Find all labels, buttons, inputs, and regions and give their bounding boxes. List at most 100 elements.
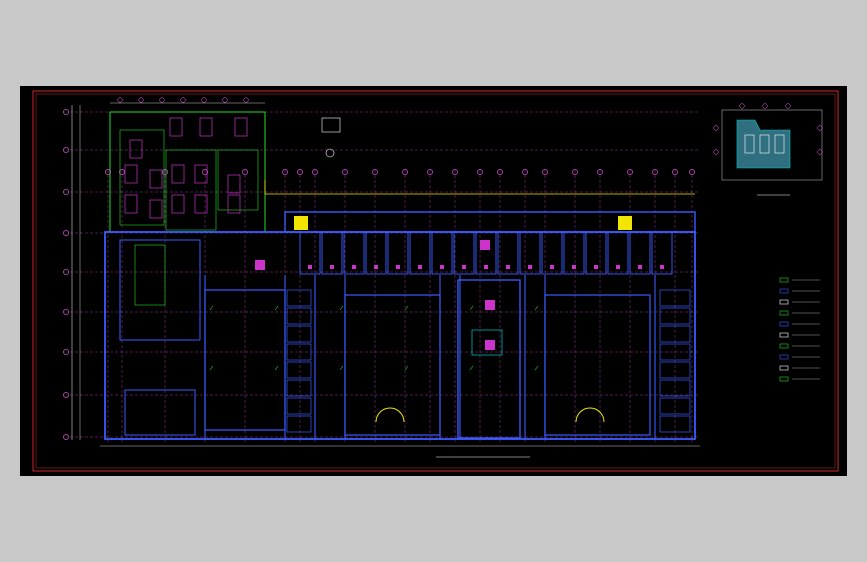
fixture-symbol xyxy=(506,265,510,269)
sheet-border xyxy=(32,90,839,472)
green-tick xyxy=(339,365,344,371)
legend-swatch xyxy=(779,288,789,294)
green-tick xyxy=(469,365,474,371)
legend-swatch xyxy=(779,354,789,360)
axis-bubble-icon xyxy=(63,189,69,195)
detail-symbol xyxy=(321,117,341,133)
small-room xyxy=(286,289,312,307)
fixture-symbol xyxy=(485,340,495,350)
annex-room xyxy=(217,149,259,211)
legend xyxy=(779,277,820,382)
green-tick xyxy=(274,305,279,311)
green-tick xyxy=(404,305,409,311)
axis-bubble-icon xyxy=(713,149,719,155)
entrance-arc xyxy=(375,407,405,423)
left-room xyxy=(119,239,201,341)
fixture-symbol xyxy=(255,260,265,270)
axis-bubble-icon xyxy=(63,349,69,355)
fixture-symbol xyxy=(485,300,495,310)
small-room xyxy=(286,325,312,343)
left-room-detail xyxy=(134,244,166,306)
green-tick xyxy=(209,305,214,311)
marker-box xyxy=(618,216,632,230)
equipment-box xyxy=(124,164,138,184)
detail-callout xyxy=(325,148,335,158)
small-room xyxy=(286,397,312,415)
fixture-symbol xyxy=(660,265,664,269)
green-tick xyxy=(274,365,279,371)
axis-bubble-icon xyxy=(180,97,186,103)
axis-bubble-icon xyxy=(159,97,165,103)
fixture-symbol xyxy=(594,265,598,269)
axis-bubble-icon xyxy=(63,230,69,236)
small-room xyxy=(286,379,312,397)
hall xyxy=(544,294,651,436)
fixture-symbol xyxy=(484,265,488,269)
fixture-symbol xyxy=(616,265,620,269)
fixture-symbol xyxy=(638,265,642,269)
fixture-symbol xyxy=(330,265,334,269)
axis-bubble-icon xyxy=(713,125,719,131)
equipment-box xyxy=(129,139,143,159)
equipment-box xyxy=(194,194,208,214)
axis-bubble-icon xyxy=(817,149,823,155)
green-tick xyxy=(209,365,214,371)
equipment-box xyxy=(149,199,163,219)
legend-swatch xyxy=(779,321,789,327)
fixture-symbol xyxy=(462,265,466,269)
left-room xyxy=(124,389,196,436)
fixture-symbol xyxy=(374,265,378,269)
axis-bubbles xyxy=(63,97,695,440)
axis-bubble-icon xyxy=(201,97,207,103)
small-room xyxy=(286,361,312,379)
annex-room xyxy=(165,149,217,231)
legend-swatch xyxy=(779,376,789,382)
fixture-symbol xyxy=(396,265,400,269)
axis-bubble-icon xyxy=(817,125,823,131)
axis-bubble-icon xyxy=(63,392,69,398)
equipment-box xyxy=(149,169,163,189)
plan-group xyxy=(70,102,700,458)
axis-bubble-icon xyxy=(739,103,745,109)
equipment-box xyxy=(194,164,208,184)
fixture-symbol xyxy=(572,265,576,269)
green-tick xyxy=(534,365,539,371)
legend-swatch xyxy=(779,277,789,283)
axis-bubble-icon xyxy=(117,97,123,103)
green-tick xyxy=(404,365,409,371)
axis-bubble-icon xyxy=(63,109,69,115)
equipment-box xyxy=(234,117,248,137)
fixture-symbol xyxy=(352,265,356,269)
equipment-box xyxy=(171,164,185,184)
green-tick xyxy=(469,305,474,311)
small-room xyxy=(659,415,691,433)
axis-bubble-icon xyxy=(243,97,249,103)
axis-bubble-icon xyxy=(63,269,69,275)
hall xyxy=(344,294,441,436)
building-outline xyxy=(104,231,696,440)
legend-swatch xyxy=(779,343,789,349)
green-tick xyxy=(534,305,539,311)
axis-bubble-icon xyxy=(785,103,791,109)
green-tick xyxy=(339,305,344,311)
axis-bubble-icon xyxy=(63,434,69,440)
legend-swatch xyxy=(779,332,789,338)
small-room xyxy=(286,415,312,433)
axis-bubble-icon xyxy=(63,147,69,153)
axis-bubble-icon xyxy=(762,103,768,109)
equipment-box xyxy=(171,194,185,214)
site-plan xyxy=(713,103,823,196)
fixture-symbol xyxy=(550,265,554,269)
marker-box xyxy=(294,216,308,230)
fixture-symbol xyxy=(528,265,532,269)
axis-bubble-icon xyxy=(222,97,228,103)
equipment-box xyxy=(169,117,183,137)
fixture-symbol xyxy=(308,265,312,269)
fixture-symbol xyxy=(480,240,490,250)
floor-plan-drawing xyxy=(32,90,839,472)
legend-swatch xyxy=(779,299,789,305)
axis-bubble-icon xyxy=(63,309,69,315)
axis-bubble-icon xyxy=(138,97,144,103)
legend-swatch xyxy=(779,365,789,371)
equipment-box xyxy=(124,194,138,214)
